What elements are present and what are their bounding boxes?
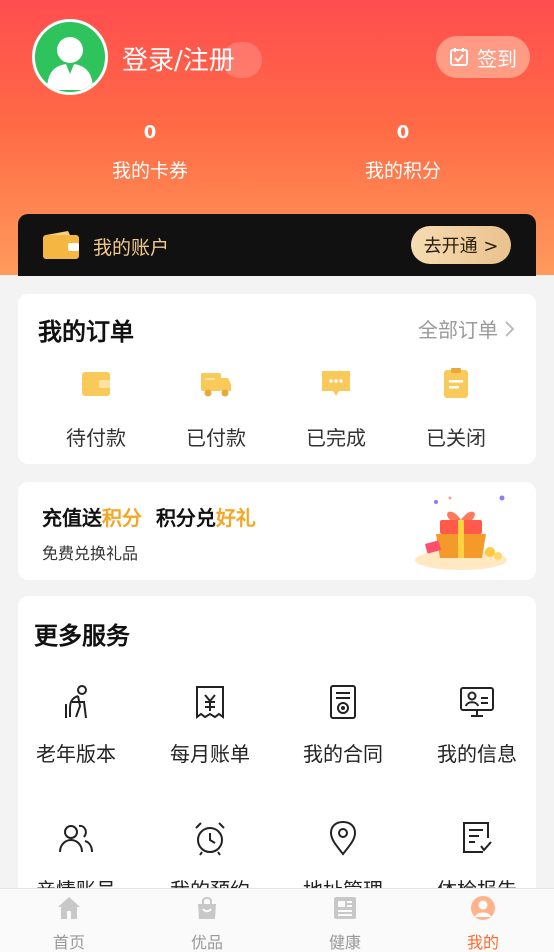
service-bill-label: 每月账单 [170, 742, 250, 766]
user-icon [471, 896, 495, 920]
delivery-truck-icon [201, 373, 231, 397]
wallet-icon [43, 231, 79, 259]
location-pin-icon [329, 820, 357, 856]
signin-button[interactable]: 签到 [436, 36, 530, 78]
promo-title-part1: 充值送 [42, 506, 102, 530]
order-closed[interactable]: 已关闭 [396, 366, 516, 451]
points-label: 我的积分 [364, 160, 441, 182]
account-label: 我的账户 [93, 237, 170, 259]
coupon-stat[interactable]: 0 我的卡券 [70, 122, 230, 183]
bill-icon [196, 686, 224, 719]
promo-title: 充值送积分 积分兑好礼 [42, 502, 256, 531]
tab-mine[interactable]: 我的 [414, 889, 552, 952]
order-pending-payment[interactable]: 待付款 [36, 366, 156, 451]
clipboard-icon [444, 368, 468, 398]
order-pending-label: 待付款 [66, 426, 126, 450]
tab-products-label: 优品 [190, 933, 223, 952]
orders-title: 我的订单 [38, 318, 134, 346]
activate-button[interactable]: 去开通 > [411, 226, 511, 264]
tab-health[interactable]: 健康 [276, 889, 414, 952]
promo-subtitle: 免费兑换礼品 [42, 544, 139, 563]
shopping-bag-icon [198, 897, 216, 919]
report-icon [463, 822, 492, 853]
coupon-label: 我的卡券 [111, 160, 188, 182]
tab-home-label: 首页 [52, 933, 85, 952]
order-paid[interactable]: 已付款 [156, 366, 276, 451]
signin-label: 签到 [477, 46, 517, 71]
avatar[interactable] [32, 19, 108, 95]
wallet-icon [82, 372, 110, 396]
points-stat[interactable]: 0 我的积分 [323, 122, 483, 183]
promo-title-part2: 积分 [102, 506, 142, 530]
login-register-link[interactable]: 登录/注册 [122, 40, 235, 77]
points-promo-banner[interactable]: 充值送积分 积分兑好礼 免费兑换礼品 [18, 482, 536, 580]
service-contract-label: 我的合同 [303, 742, 383, 766]
service-my-contract[interactable]: 我的合同 [278, 684, 408, 767]
chevron-right-icon [505, 320, 515, 337]
tab-products[interactable]: 优品 [138, 889, 276, 952]
tab-health-label: 健康 [328, 933, 361, 952]
order-completed-label: 已完成 [306, 426, 366, 450]
all-orders-link[interactable]: 全部订单 [418, 314, 516, 343]
profile-info-icon [460, 687, 494, 717]
elderly-person-icon [65, 685, 87, 719]
all-orders-label: 全部订单 [418, 318, 498, 342]
profile-header: 登录/注册 签到 0 我的卡券 0 我的积分 我的账户 去开通 > [0, 0, 554, 276]
promo-title-part3: 积分兑 [155, 506, 216, 530]
service-elderly-mode[interactable]: 老年版本 [11, 684, 141, 767]
user-avatar-icon [47, 37, 93, 90]
service-elderly-label: 老年版本 [36, 742, 116, 766]
service-my-info[interactable]: 我的信息 [412, 684, 542, 767]
tab-home[interactable]: 首页 [0, 889, 138, 952]
family-users-icon [59, 824, 93, 853]
news-icon [334, 897, 356, 919]
points-count: 0 [396, 122, 410, 143]
bottom-tab-bar: 首页 优品 健康 我的 [0, 888, 554, 952]
promo-title-part4: 好礼 [215, 506, 256, 530]
orders-card: 我的订单 全部订单 待付款 已付款 已完成 已关闭 [18, 294, 536, 464]
more-services-card: 更多服务 老年版本 每月账单 我的合同 我的信息 [18, 596, 536, 916]
alarm-clock-icon [195, 822, 225, 856]
calendar-check-icon [450, 48, 468, 66]
service-monthly-bill[interactable]: 每月账单 [145, 684, 275, 767]
home-icon [58, 897, 80, 919]
services-title: 更多服务 [34, 622, 130, 650]
contract-icon [330, 685, 356, 719]
order-paid-label: 已付款 [186, 426, 246, 450]
tab-mine-label: 我的 [466, 933, 499, 952]
account-banner[interactable]: 我的账户 去开通 > [18, 214, 536, 276]
order-completed[interactable]: 已完成 [276, 366, 396, 451]
coupon-count: 0 [143, 122, 157, 143]
gift-box-icon [415, 495, 507, 570]
order-closed-label: 已关闭 [426, 426, 486, 450]
service-info-label: 我的信息 [437, 742, 517, 766]
chat-bubble-icon [322, 371, 350, 396]
